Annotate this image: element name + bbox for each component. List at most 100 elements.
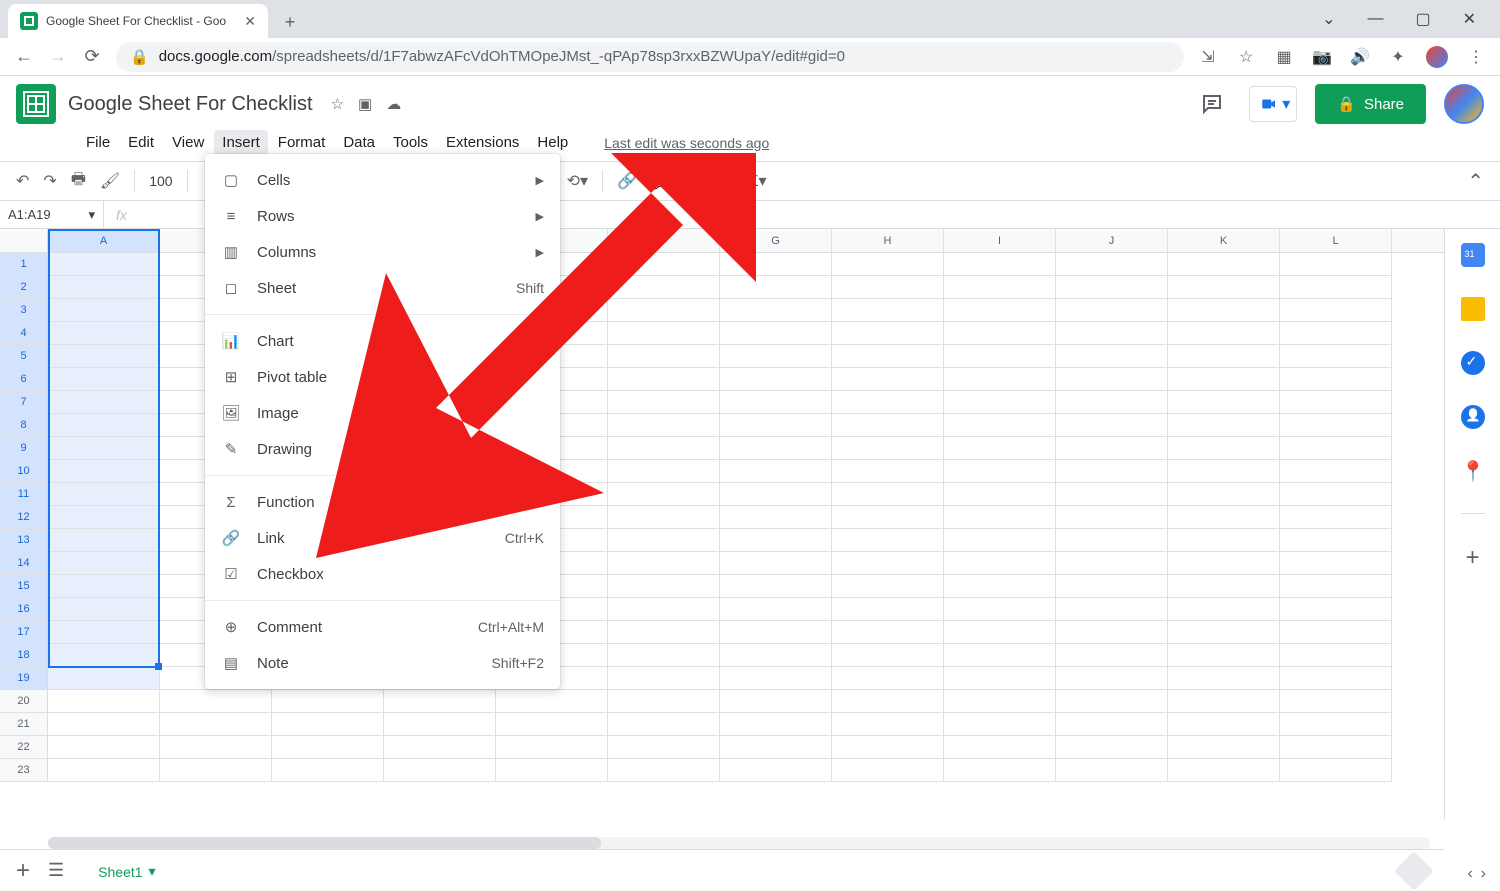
cell[interactable] [48,506,160,529]
row-header[interactable]: 14 [0,552,48,575]
cell[interactable] [944,759,1056,782]
cell[interactable] [48,322,160,345]
row-header[interactable]: 20 [0,690,48,713]
cell[interactable] [720,253,832,276]
cell[interactable] [832,575,944,598]
cell[interactable] [720,299,832,322]
column-header[interactable]: K [1168,229,1280,252]
meet-button[interactable]: ▾ [1249,86,1297,122]
menu-format[interactable]: Format [270,130,334,155]
cell[interactable] [608,713,720,736]
account-avatar[interactable] [1444,84,1484,124]
cell[interactable] [944,644,1056,667]
cell[interactable] [944,529,1056,552]
chart-icon[interactable]: 📊 [685,171,705,191]
cell[interactable] [1168,552,1280,575]
cell[interactable] [720,736,832,759]
cell[interactable] [832,621,944,644]
cell[interactable] [720,322,832,345]
cell[interactable] [1280,667,1392,690]
cell[interactable] [720,575,832,598]
cell[interactable] [1280,736,1392,759]
add-addon-icon[interactable]: + [1465,544,1479,572]
cell[interactable] [832,667,944,690]
cell[interactable] [944,322,1056,345]
cell[interactable] [1168,253,1280,276]
menu-insert[interactable]: Insert [214,130,268,155]
cell[interactable] [944,690,1056,713]
row-header[interactable]: 16 [0,598,48,621]
column-header[interactable]: L [1280,229,1392,252]
cell[interactable] [48,552,160,575]
new-tab-button[interactable]: + [276,8,304,36]
cell[interactable] [832,736,944,759]
cell[interactable] [1280,621,1392,644]
menu-item-comment[interactable]: ⊕CommentCtrl+Alt+M [205,609,560,645]
maps-icon[interactable] [1461,459,1485,483]
cell[interactable] [48,529,160,552]
cell[interactable] [160,736,272,759]
star-icon[interactable]: ☆ [1236,47,1256,67]
cell[interactable] [720,345,832,368]
cell[interactable] [720,552,832,575]
side-panel-toggle[interactable]: ‹› [1467,865,1486,883]
paint-format-icon[interactable]: 🖌 [100,171,120,191]
cell[interactable] [832,345,944,368]
cell[interactable] [1168,506,1280,529]
cell[interactable] [608,690,720,713]
last-edit-link[interactable]: Last edit was seconds ago [596,131,777,155]
cell[interactable] [48,759,160,782]
menu-extensions[interactable]: Extensions [438,130,527,155]
cell[interactable] [608,391,720,414]
row-header[interactable]: 19 [0,667,48,690]
keep-icon[interactable] [1461,297,1485,321]
cell[interactable] [832,391,944,414]
cell[interactable] [1168,299,1280,322]
row-header[interactable]: 23 [0,759,48,782]
cell[interactable] [944,391,1056,414]
collapse-toolbar-icon[interactable]: ⌃ [1467,169,1484,194]
cell[interactable] [944,253,1056,276]
cell[interactable] [832,598,944,621]
cloud-icon[interactable]: ☁ [386,95,401,113]
cell[interactable] [608,460,720,483]
cell[interactable] [1280,299,1392,322]
cell[interactable] [832,460,944,483]
undo-icon[interactable]: ↶ [16,171,29,191]
cell[interactable] [832,368,944,391]
cell[interactable] [944,414,1056,437]
cell[interactable] [272,690,384,713]
cell[interactable] [1168,529,1280,552]
cell[interactable] [1280,368,1392,391]
cell[interactable] [832,506,944,529]
cell[interactable] [608,345,720,368]
cell[interactable] [48,437,160,460]
cell[interactable] [1056,322,1168,345]
menu-item-checkbox[interactable]: ☑Checkbox [205,556,560,592]
cell[interactable] [1280,598,1392,621]
extension-icon[interactable]: ▦ [1274,47,1294,67]
cell[interactable] [944,598,1056,621]
cell[interactable] [48,690,160,713]
cell[interactable] [944,506,1056,529]
row-header[interactable]: 6 [0,368,48,391]
cell[interactable] [1056,437,1168,460]
cell[interactable] [1056,621,1168,644]
cell[interactable] [1280,414,1392,437]
menu-item-cells[interactable]: ▢Cells▶ [205,162,560,198]
cell[interactable] [1168,690,1280,713]
cell[interactable] [1280,529,1392,552]
cell[interactable] [48,368,160,391]
cell[interactable] [1056,299,1168,322]
cell[interactable] [1280,391,1392,414]
cell[interactable] [160,759,272,782]
cell[interactable] [48,483,160,506]
cell[interactable] [944,552,1056,575]
cell[interactable] [1056,506,1168,529]
row-header[interactable]: 9 [0,437,48,460]
row-header[interactable]: 4 [0,322,48,345]
menu-data[interactable]: Data [335,130,383,155]
link-icon[interactable]: 🔗 [617,171,637,191]
row-header[interactable]: 2 [0,276,48,299]
row-header[interactable]: 11 [0,483,48,506]
